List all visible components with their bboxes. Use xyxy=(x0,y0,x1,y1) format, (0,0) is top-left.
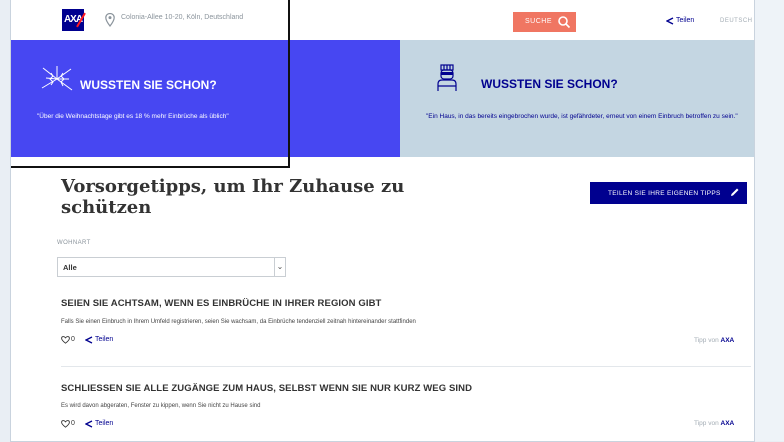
tip-title: SEIEN SIE ACHTSAM, WENN ES EINBRÜCHE IN … xyxy=(61,298,382,309)
tip-title: SCHLIESSEN SIE ALLE ZUGÄNGE ZUM HAUS, SE… xyxy=(61,383,473,394)
pencil-icon xyxy=(731,188,739,196)
select-value: Alle xyxy=(63,263,77,272)
share-own-tip-label: TEILEN SIE IHRE EIGENEN TIPPS xyxy=(608,190,721,197)
share-label: Teilen xyxy=(676,17,695,24)
heart-icon[interactable] xyxy=(61,336,70,344)
filter-label: WOHNART xyxy=(57,240,91,246)
share-link[interactable]: Teilen xyxy=(666,17,695,25)
share-icon xyxy=(666,17,674,25)
language-selector[interactable]: DEUTSCH ⌄ xyxy=(720,18,753,24)
share-icon[interactable] xyxy=(85,420,93,428)
like-count: 0 xyxy=(71,420,75,427)
tip-description: Es wird davon abgeraten, Fenster zu kipp… xyxy=(61,403,261,409)
fact-tile-right: WUSSTEN SIE SCHON? "Ein Haus, in das ber… xyxy=(400,40,754,157)
tip-author-label: Tipp von xyxy=(694,420,719,427)
fact-tile-right-title: WUSSTEN SIE SCHON? xyxy=(481,77,618,91)
tip-author: Tipp von AXA xyxy=(694,337,734,344)
page-title: Vorsorgetipps, um Ihr Zuhause zu schütze… xyxy=(61,176,405,218)
share-own-tip-button[interactable]: TEILEN SIE IHRE EIGENEN TIPPS xyxy=(590,182,747,204)
tip-author-label: Tipp von xyxy=(694,337,719,344)
search-icon xyxy=(558,16,571,29)
share-icon[interactable] xyxy=(85,336,93,344)
search-button[interactable]: SUCHE xyxy=(513,12,576,32)
like-count: 0 xyxy=(71,336,75,343)
search-button-label: SUCHE xyxy=(525,18,553,25)
tip-author: Tipp von AXA xyxy=(694,420,734,427)
share-link[interactable]: Teilen xyxy=(95,420,113,427)
share-link[interactable]: Teilen xyxy=(95,336,113,343)
housing-type-select[interactable]: Alle ⌄ xyxy=(57,257,286,277)
annotation-frame xyxy=(11,0,290,168)
burglar-icon xyxy=(437,64,457,91)
tip-author-name[interactable]: AXA xyxy=(721,420,735,427)
page-background xyxy=(753,0,784,441)
page: AXA Colonia-Allee 10-20, Köln, Deutschla… xyxy=(10,0,755,442)
chevron-down-icon: ⌄ xyxy=(274,258,285,276)
fact-tile-right-text: "Ein Haus, in das bereits eingebrochen w… xyxy=(426,113,738,120)
tip-author-name[interactable]: AXA xyxy=(721,337,735,344)
tip-description: Falls Sie einen Einbruch in Ihrem Umfeld… xyxy=(61,319,416,325)
heart-icon[interactable] xyxy=(61,420,70,428)
language-label: DEUTSCH xyxy=(720,18,753,24)
divider xyxy=(61,366,751,367)
